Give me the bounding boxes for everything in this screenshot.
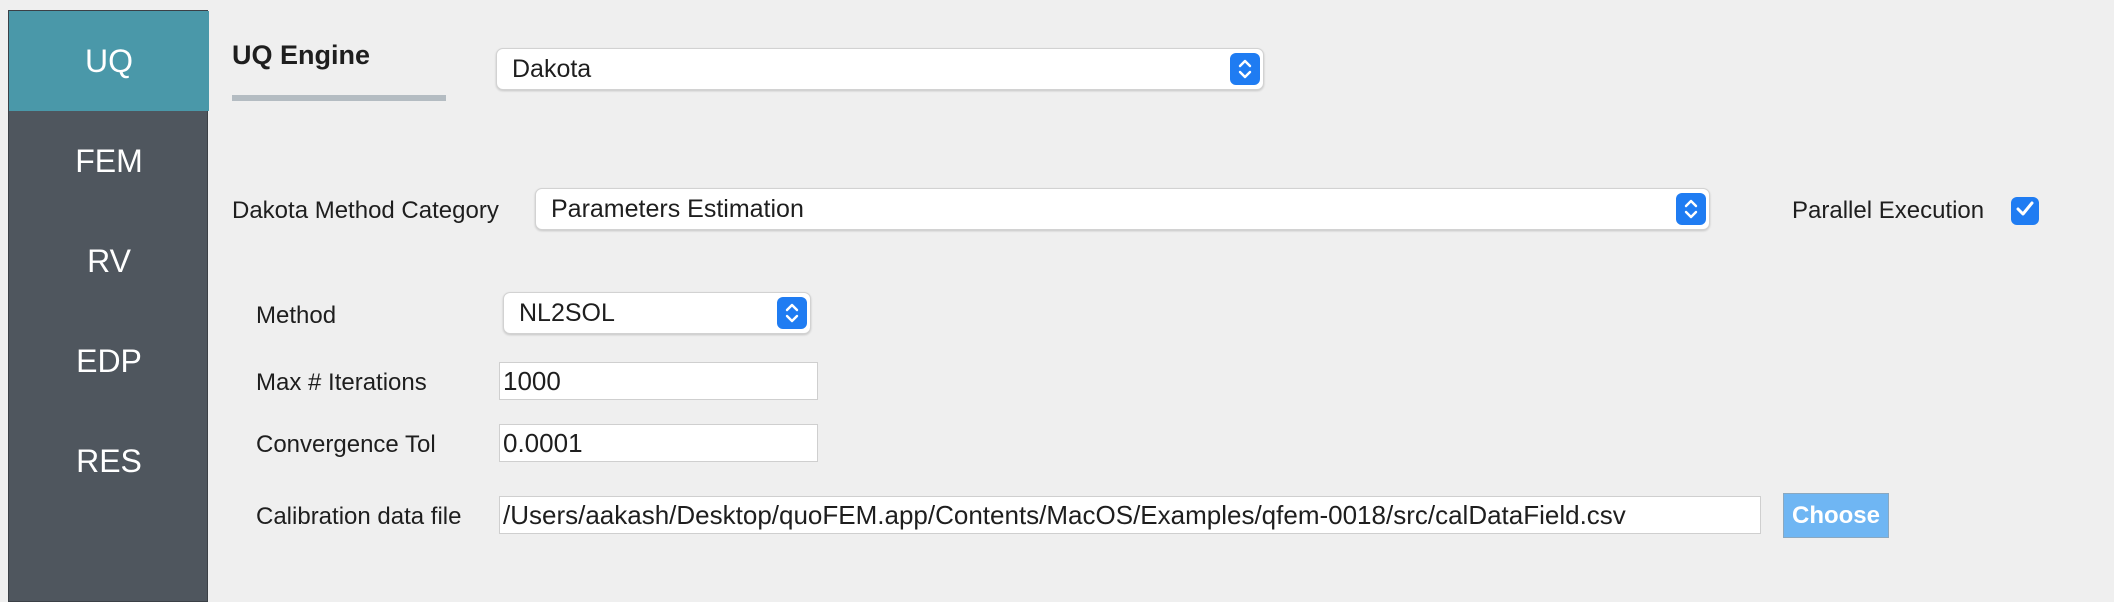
parallel-execution-label: Parallel Execution bbox=[1792, 197, 1985, 224]
sidebar-item-edp[interactable]: EDP bbox=[9, 311, 209, 411]
sidebar-item-label: UQ bbox=[85, 42, 133, 79]
updown-chevron-icon bbox=[777, 297, 807, 329]
sidebar-item-rv[interactable]: RV bbox=[9, 211, 209, 311]
checkmark-icon bbox=[2015, 200, 2035, 223]
sidebar-item-label: FEM bbox=[75, 142, 143, 179]
sidebar: UQ FEM RV EDP RES bbox=[8, 10, 209, 602]
max-iterations-label: Max # Iterations bbox=[256, 369, 427, 396]
convergence-tol-label: Convergence Tol bbox=[256, 431, 436, 458]
method-category-select-value: Parameters Estimation bbox=[551, 194, 804, 223]
sidebar-item-label: RES bbox=[76, 442, 142, 479]
method-select[interactable]: NL2SOL bbox=[503, 292, 811, 334]
max-iterations-field[interactable]: 1000 bbox=[499, 362, 818, 400]
choose-button[interactable]: Choose bbox=[1783, 493, 1889, 538]
updown-chevron-icon bbox=[1230, 53, 1260, 85]
uq-engine-select-value: Dakota bbox=[512, 54, 592, 83]
method-category-select[interactable]: Parameters Estimation bbox=[535, 188, 1710, 230]
parallel-execution-checkbox[interactable] bbox=[2011, 197, 2039, 225]
convergence-tol-field[interactable]: 0.0001 bbox=[499, 424, 818, 462]
engine-underline-divider bbox=[232, 95, 446, 101]
sidebar-item-res[interactable]: RES bbox=[9, 411, 209, 511]
method-category-label: Dakota Method Category bbox=[232, 197, 499, 224]
uq-engine-label: UQ Engine bbox=[232, 40, 371, 70]
calibration-file-field[interactable]: /Users/aakash/Desktop/quoFEM.app/Content… bbox=[499, 496, 1761, 534]
updown-chevron-icon bbox=[1676, 193, 1706, 225]
method-label: Method bbox=[256, 302, 337, 329]
method-select-value: NL2SOL bbox=[519, 298, 615, 327]
calibration-file-label: Calibration data file bbox=[256, 503, 462, 530]
uq-engine-select[interactable]: Dakota bbox=[496, 48, 1264, 90]
sidebar-item-uq[interactable]: UQ bbox=[9, 11, 209, 111]
sidebar-item-label: RV bbox=[87, 242, 131, 279]
sidebar-item-fem[interactable]: FEM bbox=[9, 111, 209, 211]
sidebar-item-label: EDP bbox=[76, 342, 142, 379]
